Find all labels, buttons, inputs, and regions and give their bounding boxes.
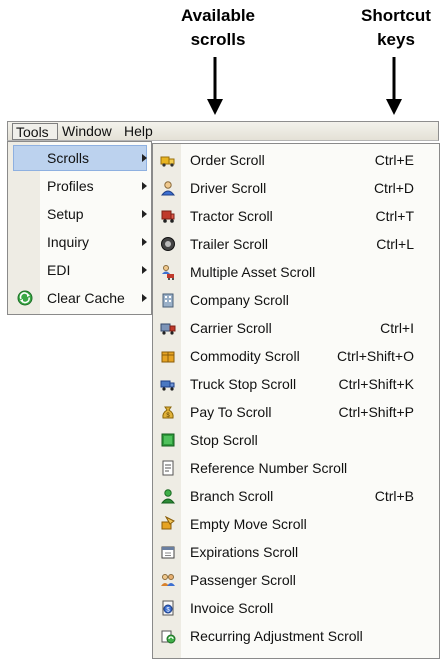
menu-item-pay-to-scroll[interactable]: $ Pay To Scroll Ctrl+Shift+P	[153, 398, 439, 426]
truck-order-icon	[160, 156, 175, 167]
menu-item-label: Passenger Scroll	[190, 572, 296, 588]
menu-window[interactable]: Window	[60, 123, 120, 140]
menu-item-label: Carrier Scroll	[190, 320, 272, 336]
menu-item-label: Order Scroll	[190, 152, 265, 168]
submenu-arrow-icon	[142, 210, 147, 218]
menu-item-truck-stop-scroll[interactable]: Truck Stop Scroll Ctrl+Shift+K	[153, 370, 439, 398]
menu-item-expirations-scroll[interactable]: Expirations Scroll	[153, 538, 439, 566]
reference-document-icon	[162, 460, 174, 476]
empty-move-icon	[161, 516, 175, 530]
menu-item-edi[interactable]: EDI	[9, 256, 150, 284]
menu-item-invoice-scroll[interactable]: $ Invoice Scroll	[153, 594, 439, 622]
stop-icon	[161, 433, 175, 447]
submenu-arrow-icon	[142, 294, 147, 302]
tractor-icon	[161, 210, 175, 223]
menu-item-recurring-adjustment-scroll[interactable]: Recurring Adjustment Scroll	[153, 622, 439, 650]
commodity-box-icon	[161, 351, 175, 363]
callout-text: Shortcut	[361, 6, 431, 25]
available-scrolls-callout: Available scrolls	[150, 4, 286, 52]
carrier-icon	[160, 323, 176, 335]
tools-dropdown: Scrolls Profiles Setup Inquiry EDI Clear…	[7, 141, 152, 315]
money-bag-icon: $	[162, 406, 174, 419]
submenu-arrow-icon	[142, 238, 147, 246]
submenu-arrow-icon	[142, 266, 147, 274]
truck-stop-icon	[160, 380, 175, 391]
menu-item-label: Recurring Adjustment Scroll	[190, 628, 363, 644]
menu-help[interactable]: Help	[122, 123, 162, 140]
scrolls-submenu: Order Scroll Ctrl+E Driver Scroll Ctrl+D…	[152, 143, 440, 659]
menu-item-label: Setup	[47, 206, 84, 222]
recycle-icon	[17, 290, 33, 306]
menu-item-label: Reference Number Scroll	[190, 460, 348, 476]
menu-item-label: Commodity Scroll	[190, 348, 300, 364]
menu-item-label: Branch Scroll	[190, 488, 274, 504]
menu-item-setup[interactable]: Setup	[9, 200, 150, 228]
menu-item-stop-scroll[interactable]: Stop Scroll	[153, 426, 439, 454]
menu-item-label: Scrolls	[47, 150, 90, 166]
multiple-asset-icon	[162, 265, 174, 280]
shortcut-text: Ctrl+B	[374, 488, 414, 504]
invoice-icon: $	[162, 600, 174, 616]
callout-text: Available	[180, 6, 256, 25]
submenu-arrow-icon	[142, 182, 147, 190]
menu-bar: Tools Window Help	[7, 121, 439, 141]
menu-item-label: Inquiry	[47, 234, 90, 250]
menu-item-label: Clear Cache	[47, 290, 125, 306]
branch-icon	[160, 489, 176, 504]
shortcut-text: Ctrl+D	[373, 180, 414, 196]
shortcut-text: Ctrl+Shift+K	[338, 376, 414, 392]
menu-item-label: Expirations Scroll	[190, 544, 299, 560]
menu-item-order-scroll[interactable]: Order Scroll Ctrl+E	[153, 146, 439, 174]
shortcut-text: Ctrl+T	[375, 208, 415, 224]
callout-text: keys	[377, 30, 415, 49]
menu-item-trailer-scroll[interactable]: Trailer Scroll Ctrl+L	[153, 230, 439, 258]
recurring-adjustment-icon	[161, 630, 176, 644]
menu-item-label: EDI	[47, 262, 71, 278]
arrow-down-icon	[386, 57, 402, 115]
company-building-icon	[162, 293, 174, 308]
passenger-icon	[161, 574, 175, 586]
shortcut-text: Ctrl+Shift+P	[338, 404, 414, 420]
menu-tools[interactable]: Tools	[12, 123, 58, 140]
menu-item-clear-cache[interactable]: Clear Cache	[9, 284, 150, 312]
shortcut-text: Ctrl+E	[374, 152, 414, 168]
menu-item-reference-number-scroll[interactable]: Reference Number Scroll	[153, 454, 439, 482]
menu-item-label: Profiles	[47, 178, 94, 194]
shortcut-text: Ctrl+L	[376, 236, 414, 252]
menu-item-label: Multiple Asset Scroll	[190, 264, 316, 280]
menu-item-carrier-scroll[interactable]: Carrier Scroll Ctrl+I	[153, 314, 439, 342]
menu-item-label: Invoice Scroll	[190, 600, 274, 616]
menu-item-tractor-scroll[interactable]: Tractor Scroll Ctrl+T	[153, 202, 439, 230]
shortcut-keys-callout: Shortcut keys	[340, 4, 443, 52]
menu-item-company-scroll[interactable]: Company Scroll	[153, 286, 439, 314]
menu-item-label: Tractor Scroll	[190, 208, 273, 224]
menu-item-profiles[interactable]: Profiles	[9, 172, 150, 200]
menu-item-label: Stop Scroll	[190, 432, 258, 448]
submenu-arrow-icon	[142, 154, 147, 162]
trailer-wheel-icon	[161, 237, 175, 251]
menu-item-label: Trailer Scroll	[190, 236, 269, 252]
calendar-icon	[161, 546, 175, 559]
callout-text: scrolls	[190, 30, 246, 49]
shortcut-text: Ctrl+Shift+O	[336, 348, 414, 364]
driver-icon	[160, 181, 176, 196]
shortcut-text: Ctrl+I	[380, 320, 414, 336]
menu-item-branch-scroll[interactable]: Branch Scroll Ctrl+B	[153, 482, 439, 510]
menu-item-label: Empty Move Scroll	[190, 516, 307, 532]
menu-item-label: Truck Stop Scroll	[190, 376, 297, 392]
menu-item-passenger-scroll[interactable]: Passenger Scroll	[153, 566, 439, 594]
menu-item-multiple-asset-scroll[interactable]: Multiple Asset Scroll	[153, 258, 439, 286]
menu-item-label: Driver Scroll	[190, 180, 267, 196]
menu-item-driver-scroll[interactable]: Driver Scroll Ctrl+D	[153, 174, 439, 202]
menu-item-commodity-scroll[interactable]: Commodity Scroll Ctrl+Shift+O	[153, 342, 439, 370]
menu-item-inquiry[interactable]: Inquiry	[9, 228, 150, 256]
arrow-down-icon	[207, 57, 223, 115]
menu-item-label: Company Scroll	[190, 292, 289, 308]
menu-item-empty-move-scroll[interactable]: Empty Move Scroll	[153, 510, 439, 538]
menu-item-scrolls[interactable]: Scrolls	[9, 144, 150, 172]
menu-item-label: Pay To Scroll	[190, 404, 272, 420]
